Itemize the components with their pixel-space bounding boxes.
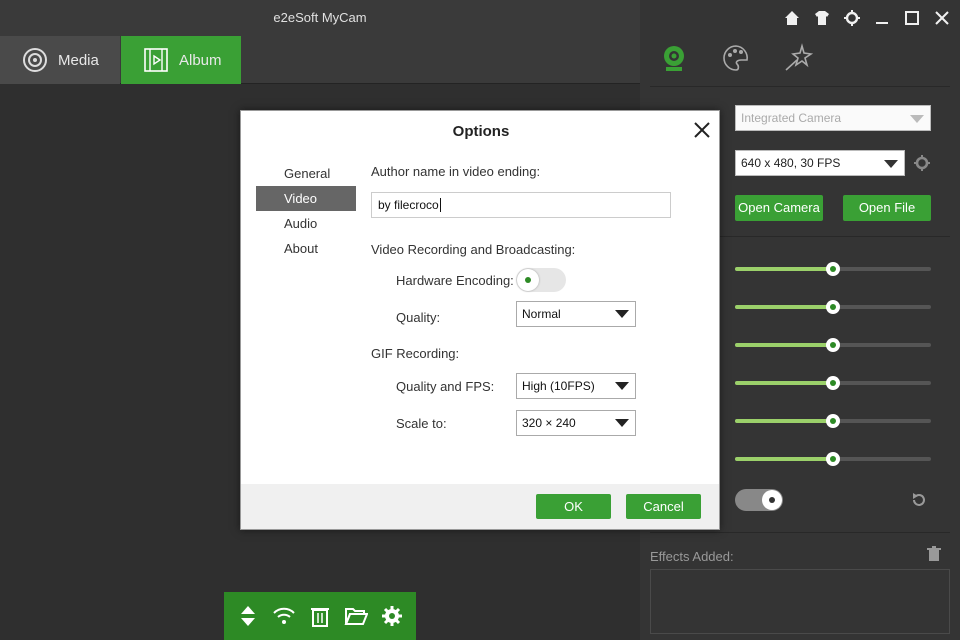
hardware-encoding-label: Hardware Encoding: [396, 273, 514, 288]
clear-effects-icon[interactable] [926, 546, 942, 562]
adjust-slider[interactable] [735, 262, 931, 276]
gif-quality-select-value: High (10FPS) [522, 379, 595, 393]
dialog-footer: OK Cancel [241, 484, 719, 529]
scale-select[interactable]: 320 × 240 [516, 410, 636, 436]
webcam-icon[interactable] [658, 42, 690, 74]
panel-tabs [658, 42, 814, 74]
trash-icon[interactable] [306, 602, 334, 630]
gif-quality-label: Quality and FPS: [396, 379, 495, 394]
minimize-icon[interactable] [872, 8, 892, 28]
close-icon[interactable] [932, 8, 952, 28]
tab-media-label: Media [58, 51, 99, 69]
divider [650, 86, 950, 87]
options-dialog: Options General Video Audio About Author… [240, 110, 720, 530]
quality-select-value: Normal [522, 307, 561, 321]
tab-album-label: Album [179, 51, 222, 69]
nav-general[interactable]: General [256, 161, 356, 186]
nav-about[interactable]: About [256, 236, 356, 261]
adjust-slider[interactable] [735, 300, 931, 314]
quality-label: Quality: [396, 310, 441, 325]
tab-media[interactable]: Media [0, 36, 120, 84]
folder-open-icon[interactable] [342, 602, 370, 630]
nav-video[interactable]: Video [256, 186, 356, 211]
wifi-icon[interactable] [270, 602, 298, 630]
nav-audio[interactable]: Audio [256, 211, 356, 236]
video-section-label: Video Recording and Broadcasting: [371, 242, 576, 257]
options-nav: General Video Audio About [256, 161, 356, 261]
effects-list [650, 569, 950, 634]
tab-row: Media Album [0, 36, 640, 112]
dialog-title: Options [452, 123, 510, 140]
reset-icon[interactable] [910, 491, 928, 509]
hardware-encoding-switch[interactable] [516, 268, 566, 292]
sort-arrows-icon[interactable] [234, 602, 262, 630]
gif-section-label: GIF Recording: [371, 346, 460, 361]
app-title: e2eSoft MyCam [273, 10, 367, 25]
media-icon [23, 48, 47, 72]
gif-quality-select[interactable]: High (10FPS) [516, 373, 636, 399]
adjust-slider[interactable] [735, 338, 931, 352]
effects-star-icon[interactable] [782, 42, 814, 74]
adjust-slider[interactable] [735, 376, 931, 390]
settings-gear-icon[interactable] [378, 602, 406, 630]
cancel-button[interactable]: Cancel [626, 494, 701, 519]
author-input-value: by filecroco [378, 198, 439, 212]
title-bar: e2eSoft MyCam [0, 0, 640, 36]
quality-select[interactable]: Normal [516, 301, 636, 327]
author-label: Author name in video ending: [371, 164, 541, 179]
camera-select[interactable]: Integrated Camera [735, 105, 931, 131]
shirt-icon[interactable] [812, 8, 832, 28]
resolution-select[interactable]: 640 x 480, 30 FPS [735, 150, 905, 176]
camera-settings-icon[interactable] [913, 154, 931, 172]
scale-label: Scale to: [396, 416, 447, 431]
resolution-select-value: 640 x 480, 30 FPS [741, 156, 841, 170]
film-icon [144, 48, 168, 72]
effects-added-label: Effects Added: [650, 549, 734, 564]
home-icon[interactable] [782, 8, 802, 28]
gear-icon[interactable] [842, 8, 862, 28]
open-file-button[interactable]: Open File [843, 195, 931, 221]
adjust-slider[interactable] [735, 414, 931, 428]
ok-button[interactable]: OK [536, 494, 611, 519]
mirror-toggle[interactable] [735, 489, 783, 511]
tab-album[interactable]: Album [121, 36, 241, 84]
divider [650, 532, 950, 533]
bottom-toolbar [224, 592, 416, 640]
window-controls [782, 8, 952, 28]
palette-icon[interactable] [720, 42, 752, 74]
camera-select-value: Integrated Camera [741, 111, 842, 125]
scale-select-value: 320 × 240 [522, 416, 576, 430]
close-icon[interactable] [693, 121, 711, 139]
adjust-slider[interactable] [735, 452, 931, 466]
maximize-icon[interactable] [902, 8, 922, 28]
open-camera-button[interactable]: Open Camera [735, 195, 823, 221]
author-input[interactable]: by filecroco [371, 192, 671, 218]
